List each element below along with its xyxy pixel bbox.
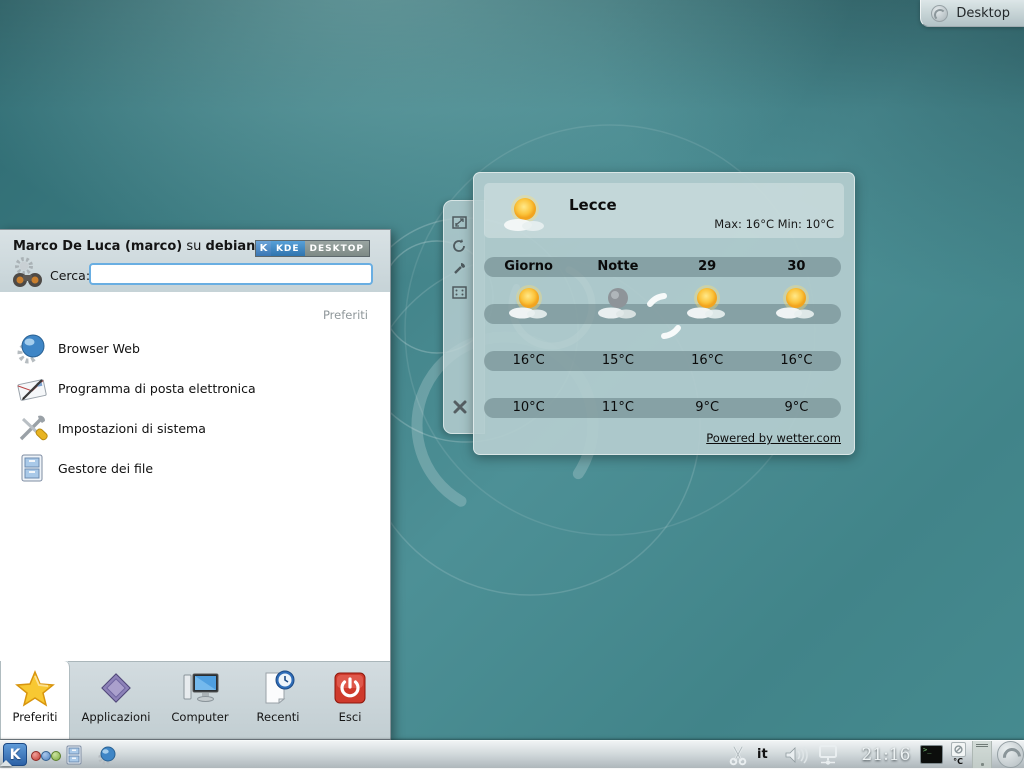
day-temp: 16°C <box>663 351 752 371</box>
day-temp: 16°C <box>484 351 573 371</box>
col-night: Notte <box>573 257 662 277</box>
power-icon <box>332 670 368 706</box>
category-label: Preferiti <box>323 308 368 322</box>
favorite-item-browser[interactable]: Browser Web <box>0 328 386 368</box>
resize-icon[interactable] <box>452 215 467 230</box>
globe-gear-icon <box>97 745 117 765</box>
night-temp: 10°C <box>484 398 573 418</box>
network-tray-icon[interactable] <box>816 741 840 768</box>
browser-launcher[interactable] <box>97 741 117 768</box>
weather-city: Lecce <box>569 196 617 214</box>
favorite-item-mail[interactable]: Programma di posta elettronica <box>0 368 386 408</box>
bottom-panel: K it <box>0 740 1024 768</box>
digital-clock[interactable]: 21:16 <box>856 741 916 768</box>
tab-esci[interactable]: Esci <box>317 661 383 739</box>
scissors-icon <box>727 744 749 766</box>
tab-computer[interactable]: Computer <box>160 661 240 739</box>
favorites-list: Preferiti Browser Web Programma di pos <box>0 292 390 663</box>
pager-dot-red[interactable] <box>31 751 41 761</box>
kickoff-tabbar: Preferiti Applicazioni Computer <box>0 661 390 739</box>
user-name: Marco De Luca (marco) <box>13 239 182 254</box>
maximize-icon[interactable] <box>452 285 467 300</box>
network-monitor-icon <box>816 744 840 766</box>
host-name: debian <box>206 239 256 254</box>
tab-recenti[interactable]: Recenti <box>243 661 313 739</box>
pager-dot-green[interactable] <box>51 751 61 761</box>
cashew-icon <box>931 5 948 22</box>
tray-expand-arrow[interactable] <box>0 741 12 766</box>
wetter-credit-link[interactable]: Powered by wetter.com <box>706 431 841 445</box>
toolbox-label: Desktop <box>956 6 1010 21</box>
apps-diamond-icon <box>97 669 135 707</box>
configure-wrench-icon[interactable] <box>452 261 467 276</box>
search-binoculars-icon <box>11 257 45 289</box>
weather-header: Lecce Max: 16°C Min: 10°C <box>484 183 844 238</box>
item-label: Impostazioni di sistema <box>58 421 206 436</box>
favorite-item-settings[interactable]: Impostazioni di sistema <box>0 408 386 448</box>
panel-cashew[interactable] <box>997 741 1024 768</box>
recent-doc-icon <box>259 669 297 707</box>
search-input[interactable] <box>89 263 373 285</box>
weather-widget: Lecce Max: 16°C Min: 10°C Giorno Notte 2… <box>473 172 855 455</box>
title-connector: su <box>186 239 201 254</box>
sun-cloud-icon <box>502 191 548 237</box>
col-date-29: 29 <box>663 257 752 277</box>
filemanager-launcher[interactable] <box>64 741 84 768</box>
panel-applet-strip[interactable] <box>972 741 992 768</box>
weather-maxmin: Max: 16°C Min: 10°C <box>714 217 834 231</box>
no-data-icon <box>951 742 966 757</box>
col-day: Giorno <box>484 257 573 277</box>
file-cabinet-icon <box>16 452 48 484</box>
kde-desktop-badge: K KDE DESKTOP <box>255 240 370 257</box>
klipper-tray-icon[interactable] <box>727 741 749 768</box>
tab-applicazioni[interactable]: Applicazioni <box>77 661 155 739</box>
desktop-toolbox[interactable]: Desktop <box>920 0 1024 27</box>
item-label: Programma di posta elettronica <box>58 381 256 396</box>
weather-icons-bar <box>484 304 841 324</box>
tab-preferiti[interactable]: Preferiti <box>0 661 70 739</box>
crossed-tools-icon <box>16 412 48 444</box>
night-temp: 9°C <box>663 398 752 418</box>
keyboard-layout-indicator[interactable]: it <box>757 741 768 768</box>
weather-columns-bar: Giorno Notte 29 30 <box>484 257 841 277</box>
night-temp: 9°C <box>752 398 841 418</box>
col-date-30: 30 <box>752 257 841 277</box>
kickoff-menu: Marco De Luca (marco) su debian K KDE DE… <box>0 229 391 740</box>
mail-icon <box>16 372 48 404</box>
speaker-icon <box>783 745 809 765</box>
terminal-tray-icon[interactable]: >_ <box>920 745 943 764</box>
search-label: Cerca: <box>50 268 90 283</box>
kde-logo-icon: K <box>256 241 271 256</box>
rotate-icon[interactable] <box>452 238 467 253</box>
volume-tray-icon[interactable] <box>783 741 809 768</box>
weather-day-temps-bar: 16°C 15°C 16°C 16°C <box>484 351 841 371</box>
favorite-item-filemanager[interactable]: Gestore dei file <box>0 448 386 488</box>
pager-dot-blue[interactable] <box>41 751 51 761</box>
close-icon[interactable] <box>452 399 467 414</box>
kickoff-header: Marco De Luca (marco) su debian K KDE DE… <box>0 230 390 293</box>
day-temp: 15°C <box>573 351 662 371</box>
file-cabinet-icon <box>64 745 84 765</box>
star-icon <box>15 669 55 707</box>
night-temp: 11°C <box>573 398 662 418</box>
weather-tray-icon[interactable]: °C <box>948 742 968 768</box>
item-label: Gestore dei file <box>58 461 153 476</box>
globe-gear-icon <box>16 332 48 364</box>
day-temp: 16°C <box>752 351 841 371</box>
user-title: Marco De Luca (marco) su debian <box>13 239 255 254</box>
computer-icon <box>180 669 220 707</box>
weather-night-temps-bar: 10°C 11°C 9°C 9°C <box>484 398 841 418</box>
item-label: Browser Web <box>58 341 140 356</box>
